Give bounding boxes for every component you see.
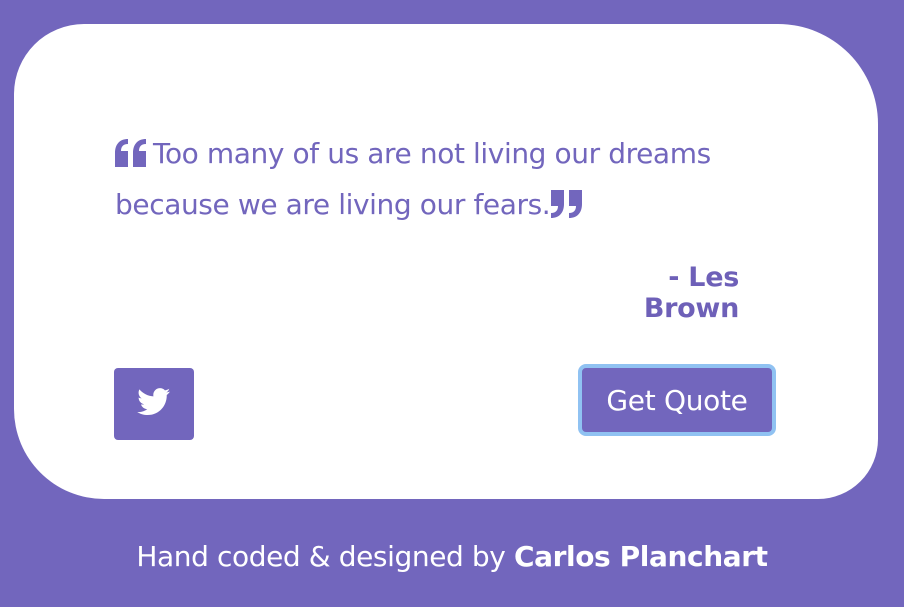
quote-body: Too many of us are not living our dreams…	[115, 137, 711, 221]
quote-author: - Les Brown	[643, 262, 739, 324]
get-quote-button[interactable]: Get Quote	[578, 364, 776, 436]
quote-card: Too many of us are not living our dreams…	[14, 24, 878, 499]
twitter-icon	[137, 388, 171, 420]
tweet-button[interactable]	[114, 368, 194, 440]
footer-author-name: Carlos Planchart	[513, 540, 768, 573]
footer-credit: Hand coded & designed by Carlos Planchar…	[0, 540, 904, 573]
footer-prefix: Hand coded & designed by	[136, 540, 514, 573]
quote-right-icon	[551, 185, 583, 232]
quote-text: Too many of us are not living our dreams…	[115, 130, 755, 232]
quote-left-icon	[115, 134, 147, 181]
